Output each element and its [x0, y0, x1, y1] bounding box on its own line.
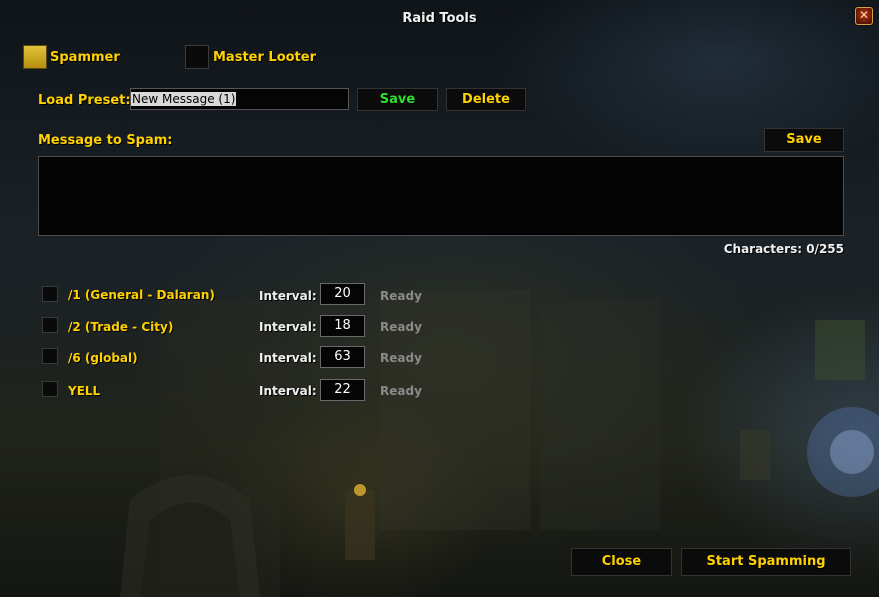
preset-input[interactable]: New Message (1) [130, 88, 349, 110]
message-save-button[interactable]: Save [764, 128, 844, 152]
character-count: Characters: 0/255 [723, 242, 844, 256]
interval-input[interactable]: 22 [320, 379, 365, 401]
channel-checkbox[interactable] [42, 286, 58, 302]
spammer-checkbox[interactable] [23, 45, 47, 69]
channel-name: /2 (Trade - City) [68, 320, 174, 334]
window-title: Raid Tools [402, 11, 477, 26]
channel-name: /6 (global) [68, 351, 138, 365]
preset-save-button[interactable]: Save [357, 88, 438, 111]
channel-name: /1 (General - Dalaran) [68, 288, 215, 302]
interval-input[interactable]: 18 [320, 315, 365, 337]
close-button[interactable]: Close [571, 548, 672, 576]
preset-input-value: New Message (1) [131, 92, 237, 106]
close-icon[interactable]: ✕ [855, 7, 873, 25]
spammer-label: Spammer [50, 50, 120, 65]
master-looter-checkbox[interactable] [185, 45, 209, 69]
channel-checkbox[interactable] [42, 317, 58, 333]
channel-name: YELL [68, 384, 101, 398]
interval-label: Interval: [259, 351, 317, 365]
master-looter-label: Master Looter [213, 50, 317, 65]
preset-delete-button[interactable]: Delete [446, 88, 526, 111]
channel-status: Ready [380, 351, 422, 365]
start-spamming-button[interactable]: Start Spamming [681, 548, 851, 576]
channel-checkbox[interactable] [42, 348, 58, 364]
channel-status: Ready [380, 320, 422, 334]
channel-status: Ready [380, 384, 422, 398]
message-textarea[interactable] [38, 156, 844, 236]
load-preset-label: Load Preset: [38, 93, 131, 108]
channel-status: Ready [380, 289, 422, 303]
interval-label: Interval: [259, 384, 317, 398]
interval-input[interactable]: 63 [320, 346, 365, 368]
interval-input[interactable]: 20 [320, 283, 365, 305]
message-label: Message to Spam: [38, 133, 173, 148]
interval-label: Interval: [259, 289, 317, 303]
interval-label: Interval: [259, 320, 317, 334]
channel-checkbox[interactable] [42, 381, 58, 397]
